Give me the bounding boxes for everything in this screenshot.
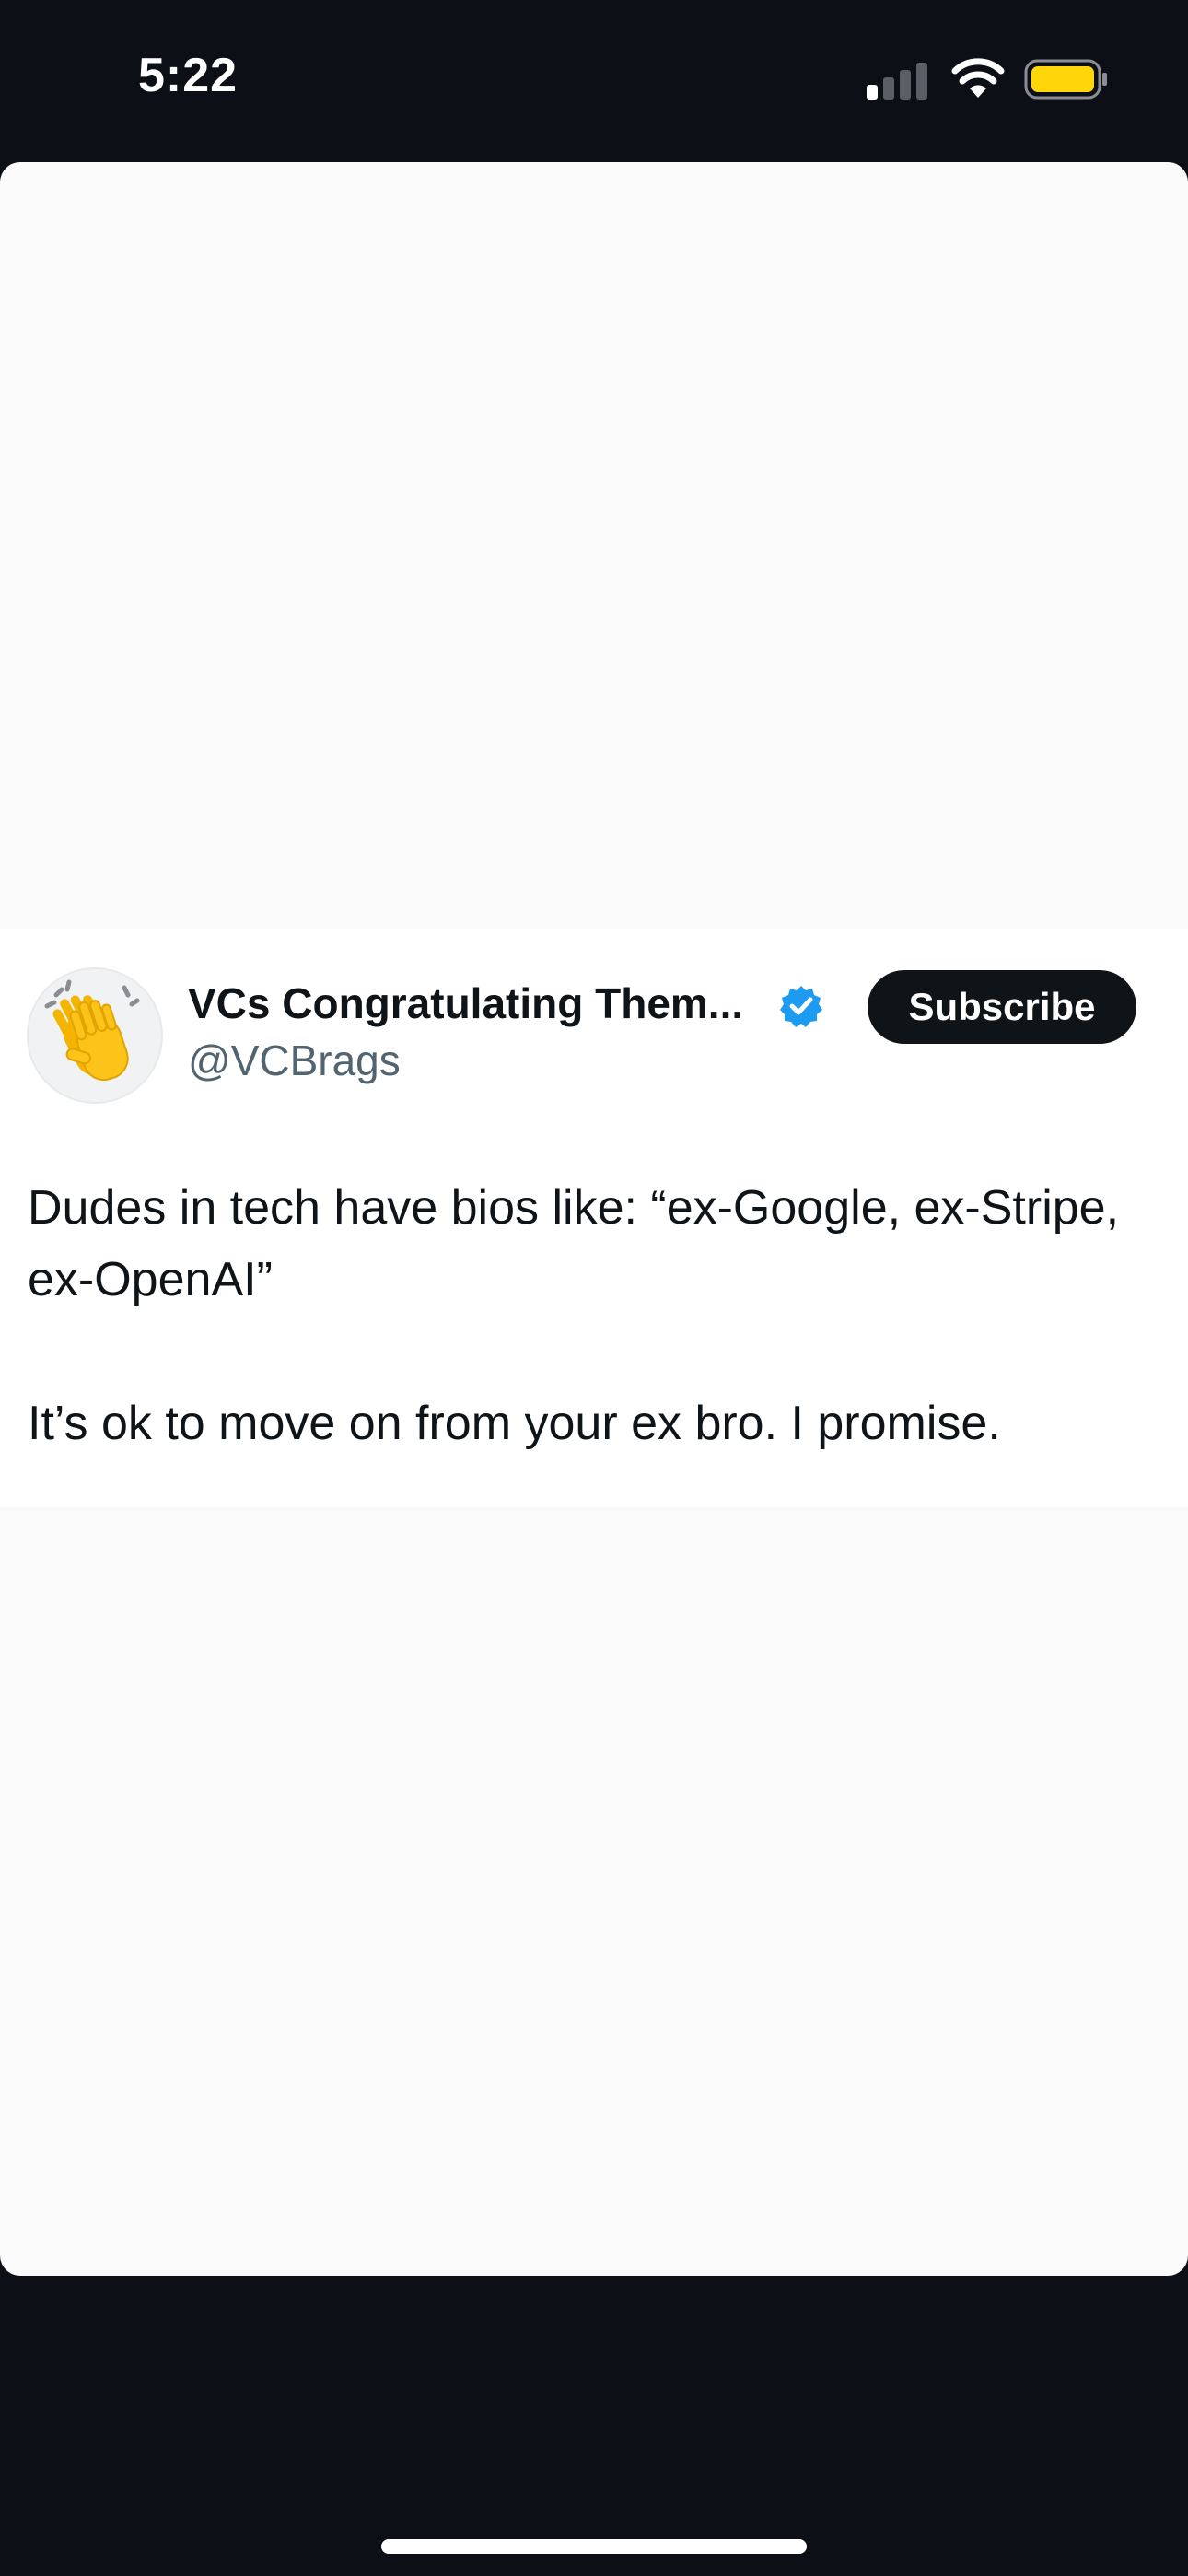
clapping-hands-icon (44, 979, 140, 1082)
status-bar: 5:22 (0, 0, 1188, 162)
verified-badge-icon (780, 986, 822, 1027)
home-indicator[interactable] (381, 2539, 807, 2554)
tweet-text-paragraph-1: Dudes in tech have bios like: “ex-Google… (28, 1181, 1120, 1306)
cellular-signal-icon (867, 61, 927, 100)
battery-icon (1024, 59, 1107, 100)
tweet-text: Dudes in tech have bios like: “ex-Google… (28, 1172, 1151, 1459)
status-time: 5:22 (138, 49, 239, 102)
user-handle[interactable]: @VCBrags (188, 1036, 401, 1085)
avatar[interactable] (27, 967, 163, 1104)
subscribe-button[interactable]: Subscribe (868, 970, 1136, 1044)
tweet-text-paragraph-2: It’s ok to move on from your ex bro. I p… (28, 1397, 1001, 1450)
display-name[interactable]: VCs Congratulating Them... (188, 978, 743, 1028)
wifi-icon (951, 58, 1005, 98)
